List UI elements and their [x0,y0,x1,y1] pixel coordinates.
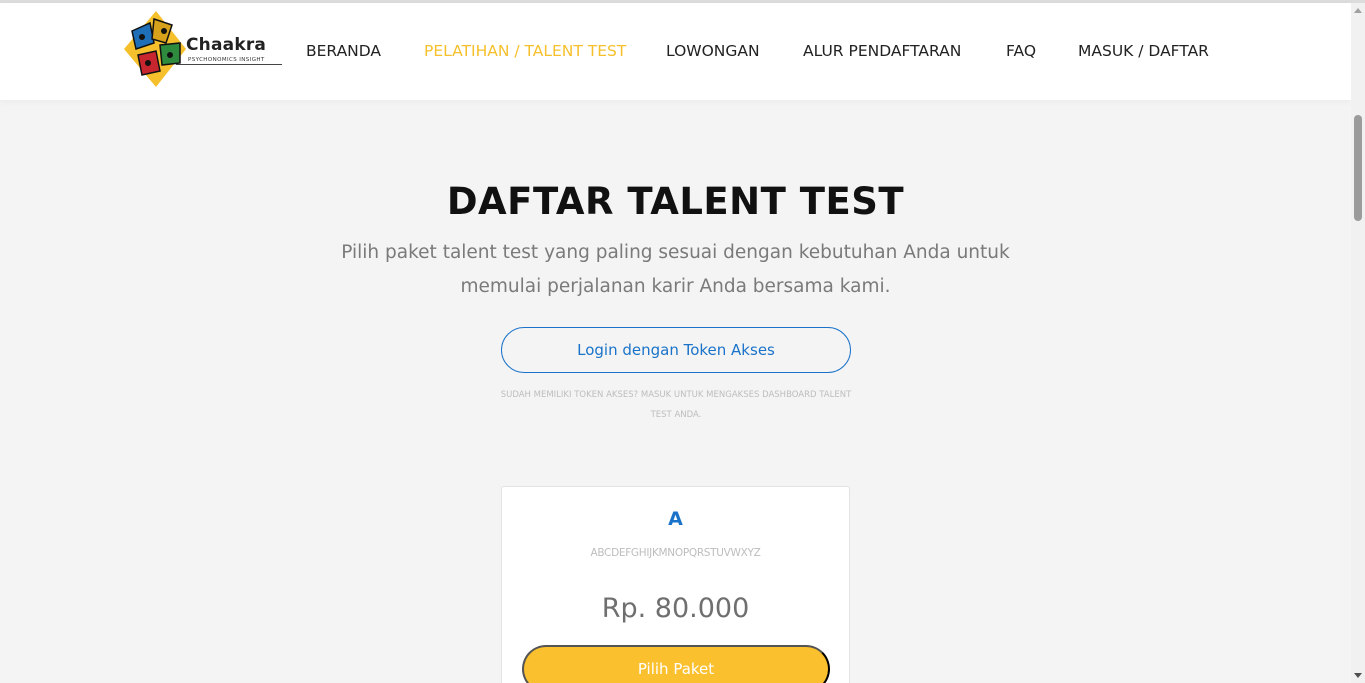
package-description: ABCDEFGHIJKMNOPQRSTUVWXYZ [590,547,761,559]
login-token-button[interactable]: Login dengan Token Akses [501,327,851,373]
nav-item-beranda[interactable]: BERANDA [306,42,381,60]
navbar: Chaakra PSYCHONOMICS INSIGHT BERANDA PEL… [0,3,1351,100]
nav-item-lowongan[interactable]: LOWONGAN [666,42,760,60]
nav-item-faq[interactable]: FAQ [1006,42,1036,60]
token-note: Sudah memiliki token akses? Masuk untuk … [500,390,852,420]
scroll-down-arrow-icon[interactable] [1354,673,1362,678]
package-name: A [668,508,683,530]
logo-name: Chaakra [186,35,267,55]
nav-item-masuk-daftar[interactable]: MASUK / DAFTAR [1078,42,1209,60]
choose-package-button[interactable]: Pilih Paket [522,645,830,683]
brand-logo[interactable]: Chaakra PSYCHONOMICS INSIGHT [120,9,285,89]
page-title: DAFTAR TALENT TEST [446,180,905,223]
nav-item-pelatihan-talent-test[interactable]: PELATIHAN / TALENT TEST [424,42,626,60]
chaakra-logo-icon [124,11,186,87]
scroll-up-arrow-icon[interactable] [1354,8,1362,13]
page-scrollbar[interactable] [1351,3,1365,683]
page-subtitle: Pilih paket talent test yang paling sesu… [341,242,1010,297]
logo-underline [176,64,282,65]
scrollbar-thumb[interactable] [1354,115,1362,221]
package-card: A ABCDEFGHIJKMNOPQRSTUVWXYZ Rp. 80.000 P… [501,486,850,683]
nav-item-alur-pendaftaran[interactable]: ALUR PENDAFTARAN [803,42,961,60]
logo-tagline: PSYCHONOMICS INSIGHT [188,57,265,63]
package-price: Rp. 80.000 [601,593,750,624]
